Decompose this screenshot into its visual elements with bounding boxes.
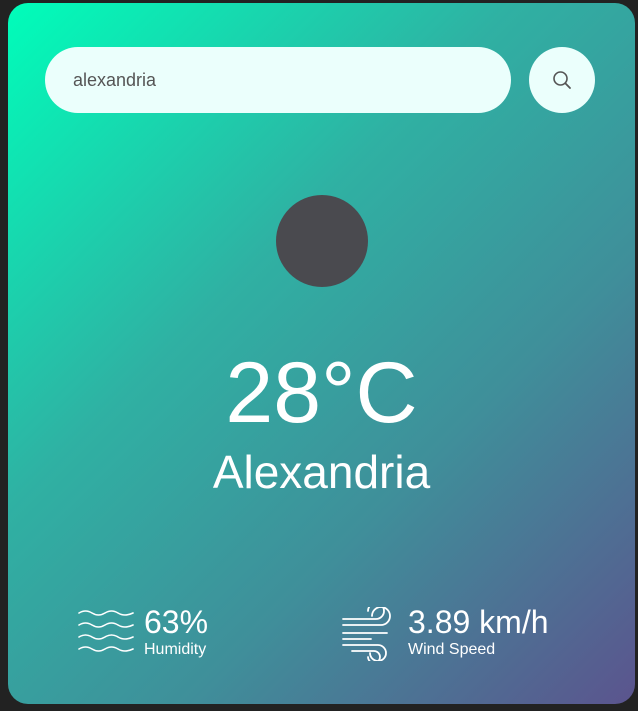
weather-icon: [276, 195, 368, 287]
search-button[interactable]: [529, 47, 595, 113]
humidity-label: Humidity: [144, 641, 207, 658]
search-icon: [553, 71, 571, 89]
temperature: 28°C: [225, 345, 418, 441]
waves-icon: [78, 610, 134, 652]
wind-speed-value: 3.89 km/h: [408, 604, 549, 640]
wind-icon: [342, 607, 391, 661]
weather-card: 28°C Alexandria 63% Humidity 3.89 km/h W…: [8, 3, 635, 704]
humidity-value: 63%: [144, 604, 209, 640]
city-name: Alexandria: [212, 446, 431, 498]
wind-speed-label: Wind Speed: [408, 641, 496, 658]
city-search-input[interactable]: [45, 47, 511, 113]
